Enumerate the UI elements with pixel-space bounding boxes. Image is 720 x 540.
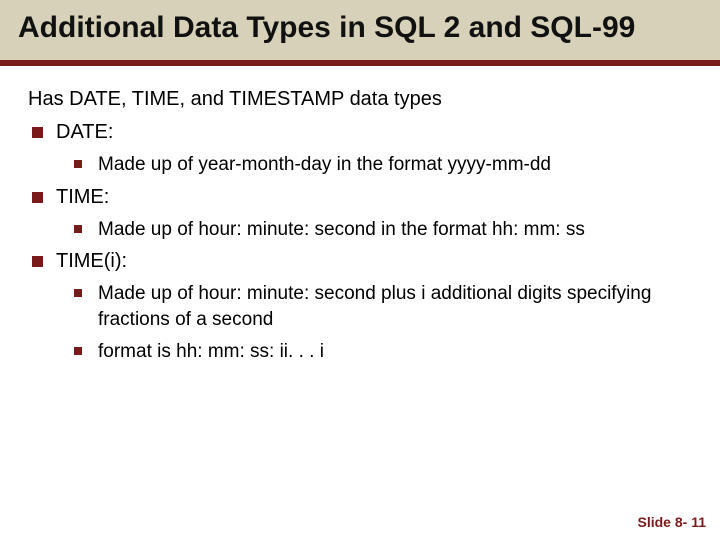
sub-list-item: Made up of hour: minute: second plus i a… [56,281,692,332]
list-item-label: DATE: [56,121,113,143]
bullet-list: DATE: Made up of year-month-day in the f… [28,119,692,364]
sub-list-item: Made up of year-month-day in the format … [56,152,692,178]
sub-list: Made up of year-month-day in the format … [56,152,692,178]
sub-list: Made up of hour: minute: second in the f… [56,217,692,243]
intro-line: Has DATE, TIME, and TIMESTAMP data types [28,86,692,113]
sub-list-item: format is hh: mm: ss: ii. . . i [56,339,692,365]
list-item: TIME(i): Made up of hour: minute: second… [28,248,692,364]
sub-list: Made up of hour: minute: second plus i a… [56,281,692,364]
content-area: Has DATE, TIME, and TIMESTAMP data types… [0,80,720,364]
list-item-label: TIME: [56,186,109,208]
list-item: DATE: Made up of year-month-day in the f… [28,119,692,178]
title-band: Additional Data Types in SQL 2 and SQL-9… [0,0,720,62]
spacer [0,66,720,80]
list-item: TIME: Made up of hour: minute: second in… [28,184,692,243]
sub-list-item: Made up of hour: minute: second in the f… [56,217,692,243]
list-item-label: TIME(i): [56,250,127,272]
slide-number: Slide 8- 11 [638,514,706,530]
slide-title: Additional Data Types in SQL 2 and SQL-9… [18,10,702,46]
